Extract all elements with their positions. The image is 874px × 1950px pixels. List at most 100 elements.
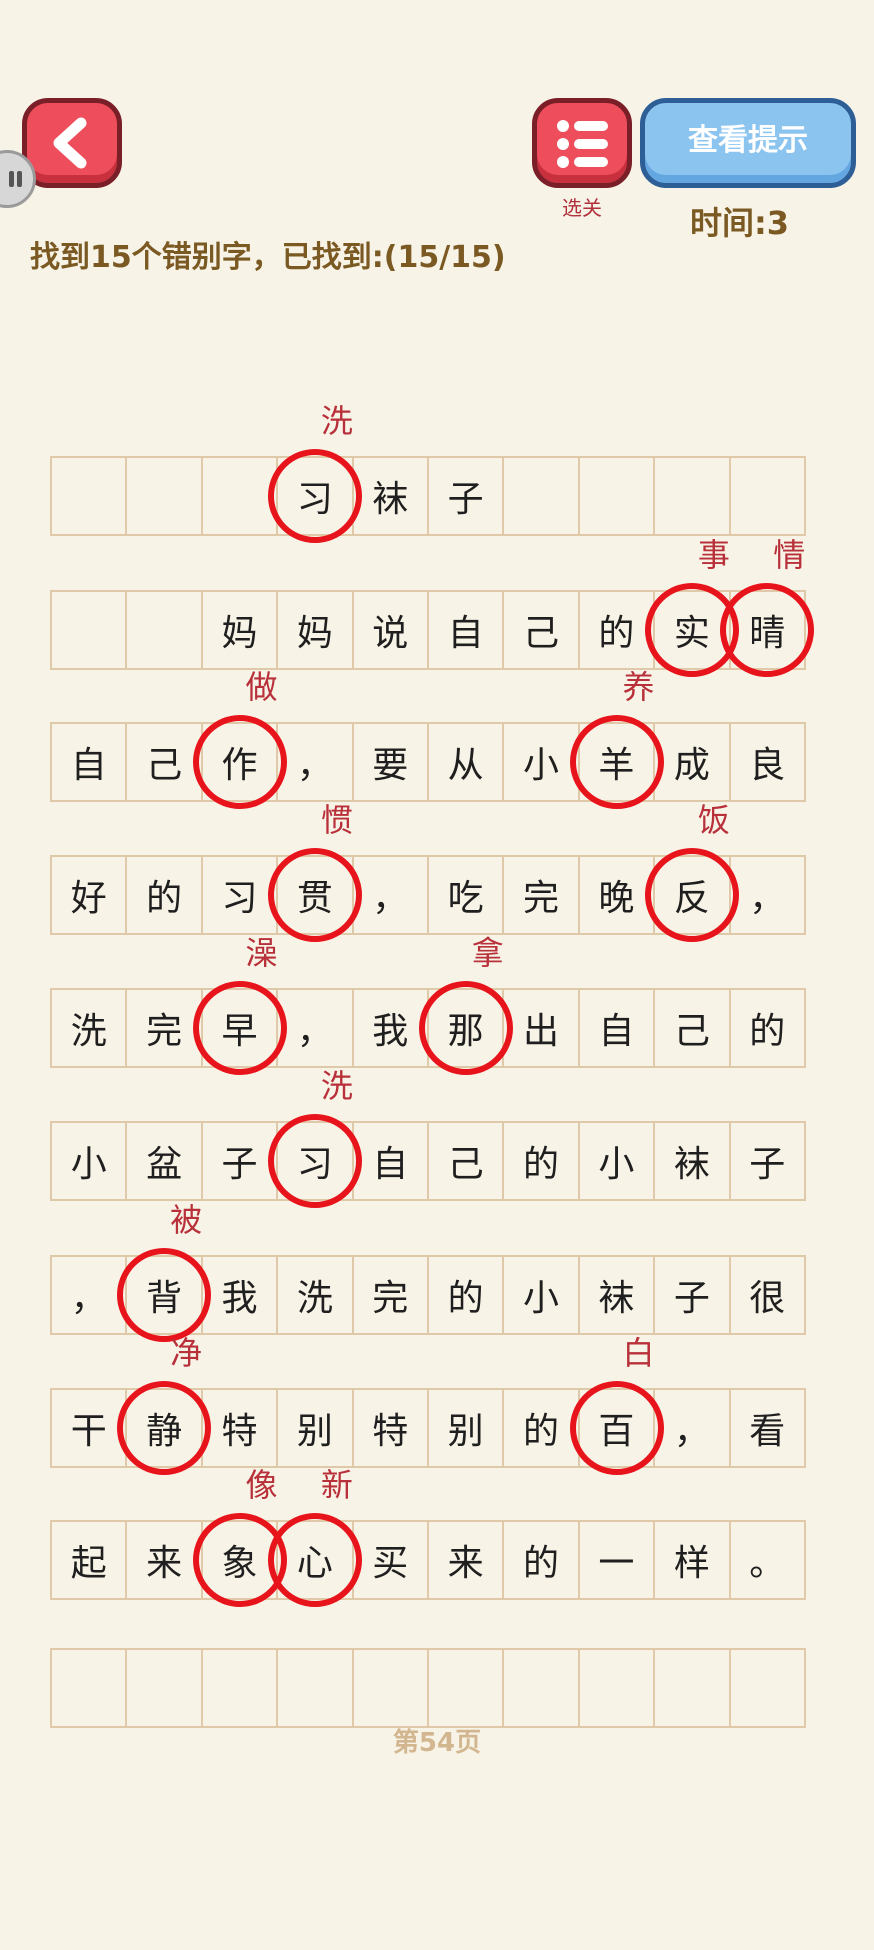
back-button[interactable] [22, 98, 122, 188]
grid-cell[interactable]: 良 [728, 722, 806, 802]
grid-cell[interactable]: ， [351, 855, 429, 935]
grid-cell[interactable]: 羊 [577, 722, 656, 802]
grid-cell[interactable]: 完 [502, 855, 580, 935]
grid-cell[interactable]: 来 [426, 1520, 505, 1600]
grid-cell[interactable]: 自 [577, 988, 656, 1068]
grid-cell[interactable]: 习 [276, 456, 354, 536]
grid-cell[interactable] [426, 1648, 505, 1728]
grid-cell[interactable]: 己 [653, 988, 731, 1068]
grid-cell[interactable]: 习 [200, 855, 279, 935]
grid-cell[interactable]: 晚 [577, 855, 656, 935]
grid-cell[interactable]: 自 [426, 590, 505, 670]
grid-cell[interactable]: 小 [502, 1255, 580, 1335]
grid-cell[interactable]: 象 [200, 1520, 279, 1600]
grid-cell[interactable]: ， [276, 722, 354, 802]
grid-cell[interactable]: 小 [502, 722, 580, 802]
grid-cell[interactable]: ， [276, 988, 354, 1068]
grid-cell[interactable]: 起 [50, 1520, 128, 1600]
grid-cell[interactable] [577, 1648, 656, 1728]
grid-cell[interactable]: 袜 [351, 456, 429, 536]
grid-cell[interactable]: 百 [577, 1388, 656, 1468]
grid-cell[interactable] [653, 456, 731, 536]
grid-cell[interactable]: 早 [200, 988, 279, 1068]
grid-cell[interactable]: 自 [351, 1121, 429, 1201]
grid-cell[interactable]: 别 [426, 1388, 505, 1468]
grid-cell[interactable]: 静 [125, 1388, 203, 1468]
grid-cell[interactable]: 己 [426, 1121, 505, 1201]
grid-cell[interactable]: 来 [125, 1520, 203, 1600]
grid-cell[interactable]: 出 [502, 988, 580, 1068]
grid-cell[interactable]: 习 [276, 1121, 354, 1201]
grid-cell[interactable] [50, 1648, 128, 1728]
grid-cell[interactable]: 心 [276, 1520, 354, 1600]
grid-cell[interactable]: 干 [50, 1388, 128, 1468]
level-select-button[interactable] [532, 98, 632, 188]
grid-cell[interactable]: 的 [577, 590, 656, 670]
grid-cell[interactable]: 我 [351, 988, 429, 1068]
grid-cell[interactable]: 从 [426, 722, 505, 802]
grid-cell[interactable]: 别 [276, 1388, 354, 1468]
grid-cell[interactable]: 的 [426, 1255, 505, 1335]
grid-cell[interactable]: ， [50, 1255, 128, 1335]
grid-cell[interactable] [502, 456, 580, 536]
grid-cell[interactable] [125, 456, 203, 536]
grid-cell[interactable]: 晴 [728, 590, 806, 670]
grid-cell[interactable]: 的 [125, 855, 203, 935]
grid-cell[interactable]: 买 [351, 1520, 429, 1600]
grid-cell[interactable] [200, 1648, 279, 1728]
grid-cell[interactable]: 己 [502, 590, 580, 670]
grid-cell[interactable]: 子 [653, 1255, 731, 1335]
grid-cell[interactable] [50, 456, 128, 536]
grid-cell[interactable]: 完 [125, 988, 203, 1068]
grid-cell[interactable]: 背 [125, 1255, 203, 1335]
grid-cell[interactable]: 小 [577, 1121, 656, 1201]
grid-cell[interactable]: 自 [50, 722, 128, 802]
grid-cell[interactable]: 看 [728, 1388, 806, 1468]
grid-cell[interactable]: 特 [200, 1388, 279, 1468]
grid-cell[interactable] [200, 456, 279, 536]
grid-cell[interactable]: 的 [502, 1520, 580, 1600]
grid-cell[interactable]: 样 [653, 1520, 731, 1600]
grid-cell[interactable] [728, 456, 806, 536]
grid-cell[interactable]: 实 [653, 590, 731, 670]
grid-cell[interactable]: 一 [577, 1520, 656, 1600]
grid-cell[interactable]: 成 [653, 722, 731, 802]
grid-cell[interactable]: ， [728, 855, 806, 935]
grid-cell[interactable]: 袜 [653, 1121, 731, 1201]
grid-cell[interactable]: 的 [502, 1121, 580, 1201]
grid-cell[interactable] [125, 590, 203, 670]
grid-cell[interactable]: 特 [351, 1388, 429, 1468]
grid-cell[interactable]: 盆 [125, 1121, 203, 1201]
grid-cell[interactable]: 好 [50, 855, 128, 935]
grid-cell[interactable]: 要 [351, 722, 429, 802]
grid-cell[interactable] [125, 1648, 203, 1728]
grid-cell[interactable]: 洗 [50, 988, 128, 1068]
grid-cell[interactable]: 我 [200, 1255, 279, 1335]
grid-cell[interactable]: 很 [728, 1255, 806, 1335]
grid-cell[interactable]: 贯 [276, 855, 354, 935]
grid-cell[interactable] [577, 456, 656, 536]
grid-cell[interactable] [50, 590, 128, 670]
grid-cell[interactable]: 子 [728, 1121, 806, 1201]
view-hint-button[interactable]: 查看提示 [640, 98, 856, 188]
grid-cell[interactable]: 子 [200, 1121, 279, 1201]
grid-cell[interactable]: 完 [351, 1255, 429, 1335]
grid-cell[interactable]: 。 [728, 1520, 806, 1600]
grid-cell[interactable]: 反 [653, 855, 731, 935]
grid-cell[interactable]: 作 [200, 722, 279, 802]
grid-cell[interactable]: 的 [728, 988, 806, 1068]
grid-cell[interactable]: 吃 [426, 855, 505, 935]
grid-cell[interactable] [351, 1648, 429, 1728]
grid-cell[interactable]: 妈 [276, 590, 354, 670]
grid-cell[interactable]: 妈 [200, 590, 279, 670]
grid-cell[interactable] [276, 1648, 354, 1728]
grid-cell[interactable] [502, 1648, 580, 1728]
grid-cell[interactable]: 子 [426, 456, 505, 536]
grid-cell[interactable] [653, 1648, 731, 1728]
grid-cell[interactable]: ， [653, 1388, 731, 1468]
grid-cell[interactable]: 那 [426, 988, 505, 1068]
grid-cell[interactable]: 己 [125, 722, 203, 802]
grid-cell[interactable] [728, 1648, 806, 1728]
grid-cell[interactable]: 小 [50, 1121, 128, 1201]
grid-cell[interactable]: 的 [502, 1388, 580, 1468]
